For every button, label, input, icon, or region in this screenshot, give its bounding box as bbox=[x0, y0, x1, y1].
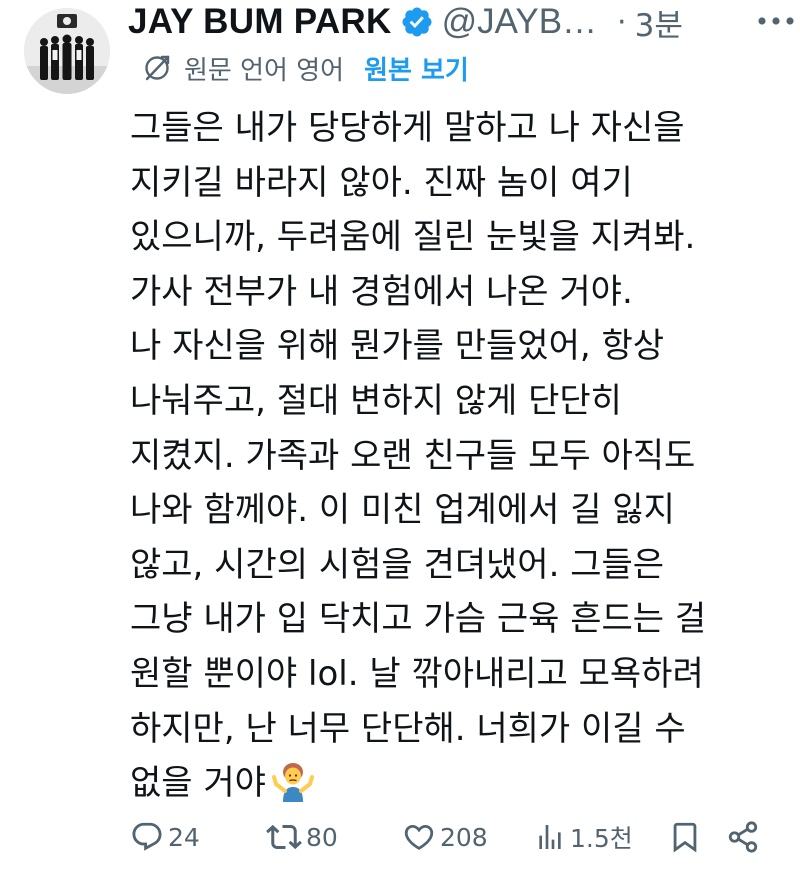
tweet-line: 그들은 내가 당당하게 말하고 나 자신을 bbox=[130, 108, 685, 148]
reply-button[interactable]: 24 bbox=[130, 812, 200, 862]
tweet-line: 않고, 시간의 시험을 견뎌냈어. 그들은 bbox=[130, 544, 665, 585]
avatar[interactable] bbox=[24, 8, 110, 94]
tweet-line: 원할 뿐이야 lol. 날 깎아내리고 모욕하려 bbox=[130, 653, 704, 694]
heart-icon bbox=[404, 824, 434, 850]
show-original-link[interactable]: 원본 보기 bbox=[364, 50, 469, 87]
person-shrugging-emoji-icon bbox=[271, 760, 314, 802]
views-chart-icon bbox=[539, 825, 561, 849]
share-button[interactable] bbox=[726, 812, 760, 862]
tweet-line-text: 없을 거야 bbox=[130, 763, 266, 804]
verified-badge-icon bbox=[400, 5, 434, 39]
repost-button[interactable]: 80 bbox=[266, 812, 338, 862]
repost-count: 80 bbox=[306, 822, 338, 852]
like-button[interactable]: 208 bbox=[402, 812, 488, 862]
share-icon bbox=[728, 821, 758, 853]
tweet-line: 있으니까, 두려움에 질린 눈빛을 지켜봐. bbox=[130, 217, 696, 258]
tweet: JAY BUM PARK @JAYB… · 3분 원문 언어 영어 원본 보기 bbox=[0, 0, 800, 870]
like-count: 208 bbox=[440, 822, 488, 852]
display-name[interactable]: JAY BUM PARK bbox=[128, 2, 392, 42]
tweet-line: 지켰지. 가족과 오랜 친구들 모두 아직도 bbox=[130, 435, 696, 476]
bookmark-icon bbox=[673, 822, 697, 853]
reply-count: 24 bbox=[168, 822, 200, 852]
separator-dot: · bbox=[617, 4, 627, 40]
user-handle[interactable]: @JAYB… bbox=[442, 2, 597, 42]
action-bar: 24 80 208 1.5천 bbox=[130, 812, 770, 862]
tweet-line: 그냥 내가 입 닥치고 가슴 근육 흔드는 걸 bbox=[130, 599, 707, 640]
views-count: 1.5천 bbox=[570, 824, 633, 853]
avatar-image bbox=[24, 8, 110, 94]
tweet-line: 나와 함께야. 이 미친 업계에서 길 잃지 bbox=[130, 490, 675, 531]
timestamp[interactable]: 3분 bbox=[635, 0, 683, 45]
tweet-line: 가사 전부가 내 경험에서 나온 거야. bbox=[130, 271, 633, 312]
tweet-line: 나눠주고, 절대 변하지 않게 단단히 bbox=[130, 380, 622, 421]
tweet-line-last: 없을 거야 bbox=[130, 756, 790, 811]
tweet-line: 지키길 바라지 않아. 진짜 놈이 여기 bbox=[130, 162, 633, 203]
tweet-line: 하지만, 난 너무 단단해. 너희가 이길 수 bbox=[130, 708, 686, 749]
bookmark-button[interactable] bbox=[668, 812, 702, 862]
tweet-header: JAY BUM PARK @JAYB… · 3분 bbox=[128, 0, 788, 44]
translate-icon bbox=[140, 51, 174, 85]
translation-bar: 원문 언어 영어 원본 보기 bbox=[140, 48, 469, 88]
tweet-line: 나 자신을 위해 뭔가를 만들었어, 항상 bbox=[130, 326, 665, 367]
repost-icon bbox=[266, 824, 302, 850]
views-button[interactable]: 1.5천 bbox=[534, 812, 633, 862]
tweet-text: 그들은 내가 당당하게 말하고 나 자신을 지키길 바라지 않아. 진짜 놈이 … bbox=[130, 101, 790, 811]
translation-label: 원문 언어 영어 bbox=[184, 55, 345, 86]
reply-icon bbox=[132, 822, 162, 851]
more-options-icon[interactable] bbox=[756, 4, 796, 38]
